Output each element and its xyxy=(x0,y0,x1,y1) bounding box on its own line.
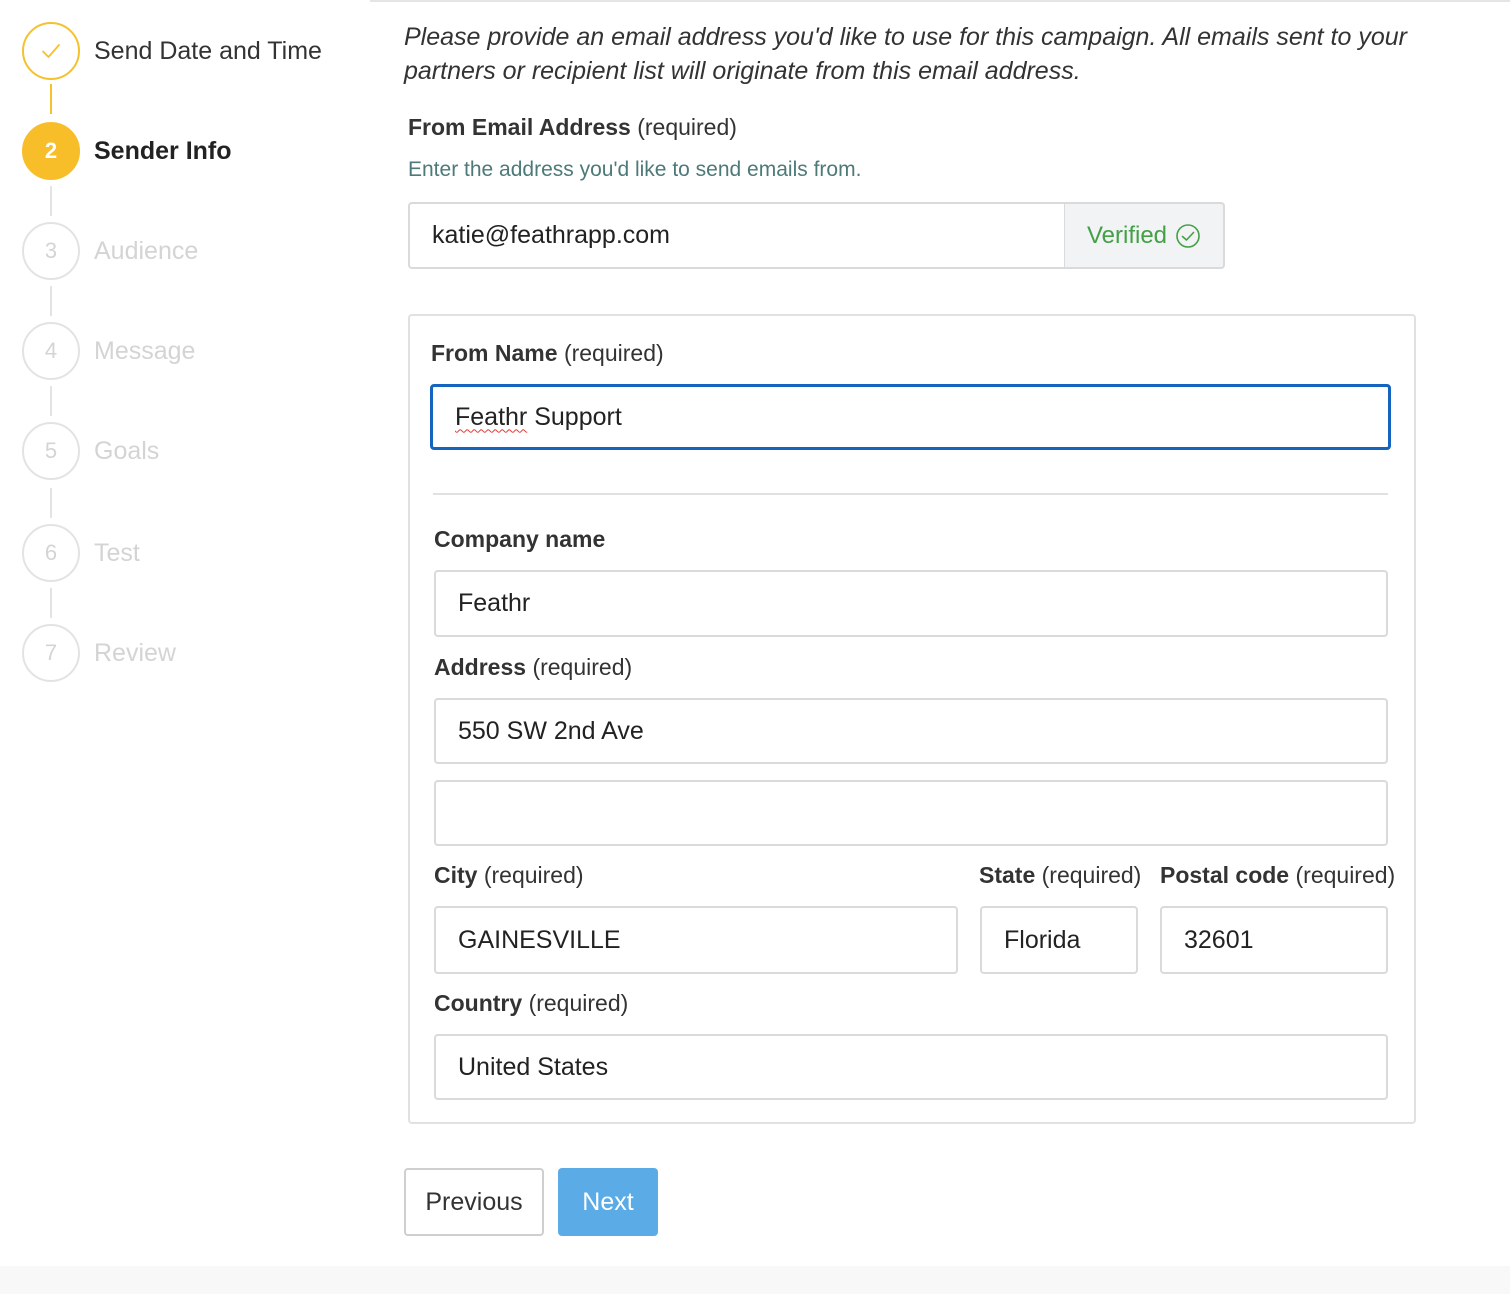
address-label: Address (required) xyxy=(434,654,633,680)
page-footer-band xyxy=(0,1266,1510,1294)
intro-text: Please provide an email address you'd li… xyxy=(404,23,1407,85)
address-line1-value: 550 SW 2nd Ave xyxy=(458,716,644,745)
step-label: Sender Info xyxy=(94,136,232,165)
step-connector xyxy=(50,84,52,114)
step-connector xyxy=(50,488,52,518)
step-test[interactable]: 6 Test xyxy=(22,524,140,582)
address-line2-input[interactable] xyxy=(434,780,1388,846)
step-number: 7 xyxy=(22,624,80,682)
step-review[interactable]: 7 Review xyxy=(22,624,176,682)
country-input[interactable]: United States xyxy=(434,1034,1388,1100)
step-connector xyxy=(50,386,52,416)
state-label: State (required) xyxy=(979,862,1142,888)
step-number: 6 xyxy=(22,524,80,582)
postal-code-input[interactable]: 32601 xyxy=(1160,906,1388,974)
verified-text: Verified xyxy=(1086,221,1168,249)
previous-button[interactable]: Previous xyxy=(404,1168,544,1236)
step-label: Review xyxy=(94,638,176,667)
step-send-date-and-time[interactable]: Send Date and Time xyxy=(22,22,322,80)
from-name-label: From Name (required) xyxy=(431,340,664,366)
step-audience[interactable]: 3 Audience xyxy=(22,222,198,280)
country-value: United States xyxy=(458,1052,609,1081)
from-email-value: katie@feathrapp.com xyxy=(432,221,671,249)
state-input[interactable]: Florida xyxy=(980,906,1138,974)
step-circle xyxy=(22,22,80,80)
step-label: Test xyxy=(94,538,140,567)
step-number: 2 xyxy=(22,122,80,180)
from-name-value: Feathr Support xyxy=(455,402,622,431)
step-message[interactable]: 4 Message xyxy=(22,322,195,380)
city-value: GAINESVILLE xyxy=(458,925,621,954)
step-label: Goals xyxy=(94,436,160,465)
state-value: Florida xyxy=(1004,925,1081,954)
step-number: 3 xyxy=(22,222,80,280)
step-label: Audience xyxy=(94,236,199,265)
step-goals[interactable]: 5 Goals xyxy=(22,422,159,480)
step-label: Message xyxy=(94,336,196,365)
step-label: Send Date and Time xyxy=(94,36,322,65)
postal-code-value: 32601 xyxy=(1184,925,1254,954)
from-email-input[interactable]: katie@feathrapp.com xyxy=(408,202,1066,269)
section-divider xyxy=(433,493,1388,495)
city-label: City (required) xyxy=(434,862,584,888)
city-input[interactable]: GAINESVILLE xyxy=(434,906,958,974)
company-name-label: Company name xyxy=(434,526,606,552)
address-line1-input[interactable]: 550 SW 2nd Ave xyxy=(434,698,1388,764)
check-circle-icon xyxy=(1176,223,1200,248)
postal-code-label: Postal code (required) xyxy=(1160,862,1396,888)
from-email-help: Enter the address you'd like to send ema… xyxy=(408,158,862,181)
country-label: Country (required) xyxy=(434,990,629,1016)
company-name-value: Feathr xyxy=(458,589,531,617)
top-divider xyxy=(370,0,1510,2)
next-button[interactable]: Next xyxy=(558,1168,658,1236)
from-email-label: From Email Address (required) xyxy=(408,114,737,140)
from-name-input[interactable]: Feathr Support xyxy=(430,384,1391,450)
check-icon xyxy=(42,44,60,58)
verified-badge: Verified xyxy=(1065,202,1225,269)
step-connector xyxy=(50,286,52,316)
step-connector xyxy=(50,588,52,618)
company-name-input[interactable]: Feathr xyxy=(434,570,1388,637)
step-number: 5 xyxy=(22,422,80,480)
step-sender-info[interactable]: 2 Sender Info xyxy=(22,122,232,180)
step-connector xyxy=(50,186,52,216)
step-number: 4 xyxy=(22,322,80,380)
